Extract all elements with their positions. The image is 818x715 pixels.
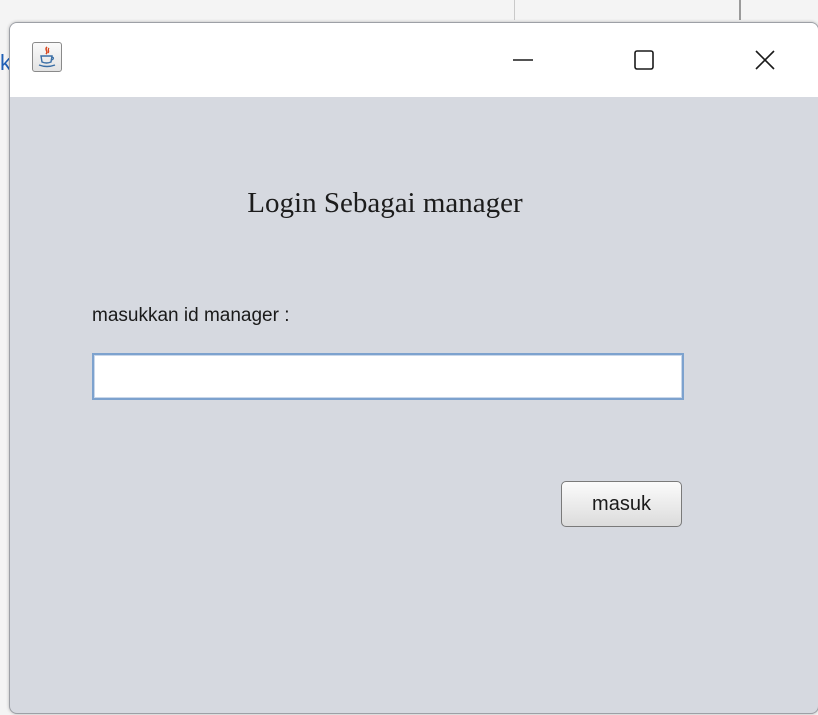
maximize-icon [634, 50, 654, 70]
java-coffee-icon[interactable] [32, 42, 62, 72]
page-title: Login Sebagai manager [247, 187, 523, 219]
minimize-icon [513, 59, 533, 61]
title-bar[interactable] [10, 23, 818, 97]
minimize-button[interactable] [479, 23, 567, 97]
close-button[interactable] [721, 23, 809, 97]
background-divider [514, 0, 515, 20]
masuk-button[interactable]: masuk [561, 481, 682, 527]
id-manager-label: masukkan id manager : [92, 305, 290, 326]
login-window: Login Sebagai manager masukkan id manage… [9, 22, 818, 714]
maximize-button[interactable] [600, 23, 688, 97]
close-icon [755, 50, 775, 70]
background-divider [739, 0, 741, 20]
id-manager-input[interactable] [92, 353, 684, 400]
form-panel: Login Sebagai manager masukkan id manage… [10, 97, 818, 713]
